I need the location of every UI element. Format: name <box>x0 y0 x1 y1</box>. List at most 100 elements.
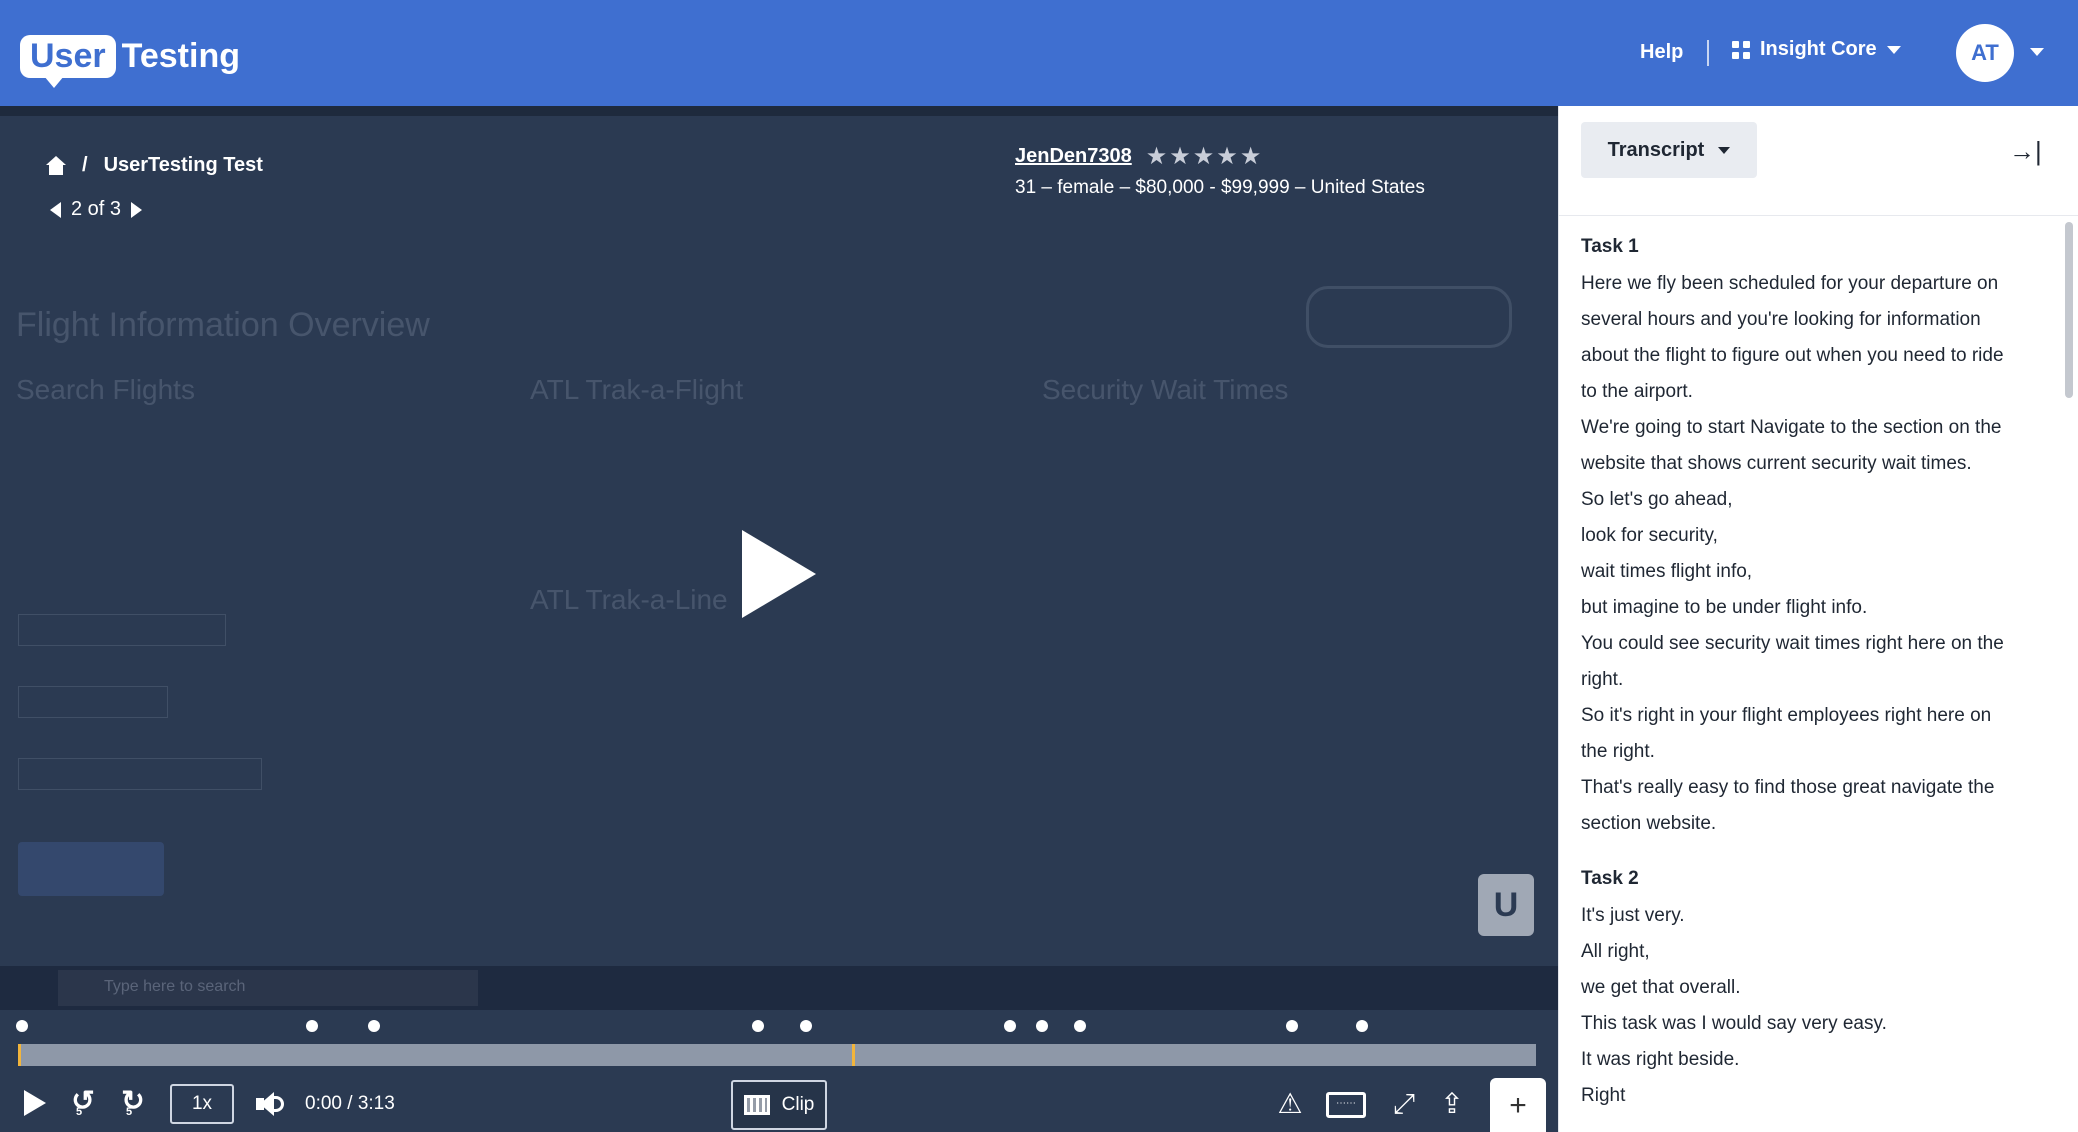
task-marker[interactable] <box>16 1020 28 1032</box>
recorded-trak-a-line: ATL Trak-a-Line <box>530 584 728 615</box>
fullscreen-icon[interactable]: ⤢ <box>1384 1086 1424 1122</box>
recorded-search-flights: Search Flights <box>16 374 195 405</box>
recorded-taskbar: Type here to search <box>0 966 1558 1010</box>
duration: 3:13 <box>357 1093 395 1114</box>
share-icon[interactable]: ⇪ <box>1432 1086 1472 1122</box>
home-icon[interactable] <box>46 155 66 176</box>
transcript-body: Task 1 Here we fly been scheduled for you… <box>1581 236 2051 1116</box>
scrollbar[interactable] <box>2065 222 2073 398</box>
recorded-find-flights-button <box>18 842 164 896</box>
header-divider <box>1707 40 1709 66</box>
video-player[interactable]: Flight Information Overview Search Fligh… <box>0 106 1558 1132</box>
avatar[interactable]: AT <box>1956 24 2014 82</box>
transcript-line[interactable]: website that shows current security wait… <box>1581 446 2051 482</box>
transcript-line[interactable]: Here we fly been scheduled for your depa… <box>1581 266 2051 302</box>
task-marker[interactable] <box>800 1020 812 1032</box>
transcript-line[interactable]: to the airport. <box>1581 374 2051 410</box>
session-pager: 2 of 3 <box>50 198 143 221</box>
transcript-line[interactable]: That's really easy to find those great n… <box>1581 770 2051 806</box>
task-marker[interactable] <box>1074 1020 1086 1032</box>
product-switcher-label: Insight Core <box>1760 38 1877 60</box>
tester-name-link[interactable]: JenDen7308 <box>1015 145 1132 168</box>
transcript-line[interactable]: right. <box>1581 662 2051 698</box>
transcript-line[interactable]: This task was I would say very easy. <box>1581 1006 2051 1042</box>
recorded-page-title: Flight Information Overview <box>16 306 430 344</box>
product-switcher[interactable]: Insight Core <box>1732 38 1901 61</box>
task-marker[interactable] <box>368 1020 380 1032</box>
keyboard-icon[interactable]: ⋯⋯ <box>1326 1092 1366 1118</box>
transcript-line[interactable]: wait times flight info, <box>1581 554 2051 590</box>
help-link[interactable]: Help <box>1640 41 1683 64</box>
breadcrumb: / UserTesting Test <box>46 154 263 177</box>
recorded-flight-number-field <box>18 686 168 718</box>
recorded-taskbar-search: Type here to search <box>58 970 478 1006</box>
transcript-line[interactable]: the right. <box>1581 734 2051 770</box>
transcript-line[interactable]: All right, <box>1581 934 2051 970</box>
transcript-line[interactable]: we get that overall. <box>1581 970 2051 1006</box>
usertesting-logo[interactable]: User Testing <box>20 30 240 88</box>
transcript-panel-header: Transcript →| <box>1559 106 2078 216</box>
task-title: Task 1 <box>1581 236 1639 257</box>
transcript-line[interactable]: about the flight to figure out when you … <box>1581 338 2051 374</box>
transcript-line[interactable]: You could see security wait times right … <box>1581 626 2051 662</box>
transcript-line[interactable]: section website. <box>1581 806 2051 842</box>
rewind-icon[interactable]: ↺ 5 <box>66 1084 100 1124</box>
app-root: User Testing Help Insight Core AT Flight… <box>0 0 2078 1132</box>
transcript-line[interactable]: It's just very. <box>1581 898 2051 934</box>
task-marker[interactable] <box>1004 1020 1016 1032</box>
transcript-dropdown-label: Transcript <box>1607 138 1705 161</box>
previous-session-icon[interactable] <box>50 201 61 218</box>
recorded-security-wait: Security Wait Times <box>1042 374 1289 405</box>
transcript-line[interactable]: Right <box>1581 1078 2051 1114</box>
next-session-icon[interactable] <box>131 201 143 218</box>
play-icon[interactable] <box>24 1090 46 1116</box>
player-controls: ↺ 5 ↻ 5 1x 0:00 / 3:13 Clip ⚠ ⋯⋯ ⤢ ⇪ + <box>0 1076 1558 1132</box>
playback-speed-button[interactable]: 1x <box>170 1084 234 1124</box>
logo-testing-text: Testing <box>121 36 240 75</box>
rating-stars[interactable]: ★★★★★ <box>1146 142 1264 171</box>
time-separator: / <box>347 1093 353 1114</box>
play-overlay-icon[interactable] <box>742 530 816 618</box>
avatar-chevron-down-icon[interactable] <box>2030 48 2044 56</box>
tester-info: JenDen7308 ★★★★★ 31 – female – $80,000 -… <box>1015 142 1425 199</box>
task-marker[interactable] <box>306 1020 318 1032</box>
transcript-line[interactable]: several hours and you're looking for inf… <box>1581 302 2051 338</box>
task-title: Task 2 <box>1581 868 1639 889</box>
forward-icon[interactable]: ↻ 5 <box>116 1084 150 1124</box>
breadcrumb-separator: / <box>82 154 88 176</box>
forward-seconds: 5 <box>126 1106 133 1118</box>
recorded-airline-field <box>18 614 226 646</box>
collapse-panel-icon[interactable]: →| <box>2009 136 2042 167</box>
chevron-down-icon <box>1718 146 1731 154</box>
transcript-line[interactable]: It was right beside. <box>1581 1042 2051 1078</box>
volume-icon[interactable] <box>256 1090 286 1118</box>
task-marker[interactable] <box>1286 1020 1298 1032</box>
task-marker[interactable] <box>1036 1020 1048 1032</box>
apps-grid-icon <box>1732 40 1750 59</box>
transcript-line[interactable]: So it's right in your flight employees r… <box>1581 698 2051 734</box>
video-top-strip <box>0 106 1558 116</box>
rewind-seconds: 5 <box>76 1106 83 1118</box>
transcript-line[interactable]: but imagine to be under flight info. <box>1581 590 2051 626</box>
transcript-dropdown[interactable]: Transcript <box>1581 122 1757 178</box>
transcript-line[interactable]: look for security, <box>1581 518 2051 554</box>
playhead[interactable] <box>18 1044 21 1066</box>
progress-bar[interactable] <box>18 1044 1536 1066</box>
task-marker[interactable] <box>1356 1020 1368 1032</box>
task-marker[interactable] <box>752 1020 764 1032</box>
tester-demographics: 31 – female – $80,000 - $99,999 – United… <box>1015 177 1425 198</box>
clip-button[interactable]: Clip <box>731 1080 827 1130</box>
chevron-down-icon <box>1886 45 1901 54</box>
warning-icon[interactable]: ⚠ <box>1270 1086 1310 1122</box>
clip-marker[interactable] <box>852 1044 855 1066</box>
task-markers <box>0 1010 1558 1040</box>
usertesting-recorder-badge: U <box>1478 874 1534 936</box>
time-readout: 0:00 / 3:13 <box>305 1093 395 1115</box>
recorded-city-field <box>18 758 262 790</box>
transcript-line[interactable]: So let's go ahead, <box>1581 482 2051 518</box>
add-button[interactable]: + <box>1490 1078 1546 1132</box>
transcript-panel: Transcript →| Task 1 Here we fly been sch… <box>1558 106 2078 1132</box>
current-time: 0:00 <box>305 1093 342 1114</box>
recorded-recorder-widget <box>1306 286 1512 348</box>
transcript-line[interactable]: We're going to start Navigate to the sec… <box>1581 410 2051 446</box>
